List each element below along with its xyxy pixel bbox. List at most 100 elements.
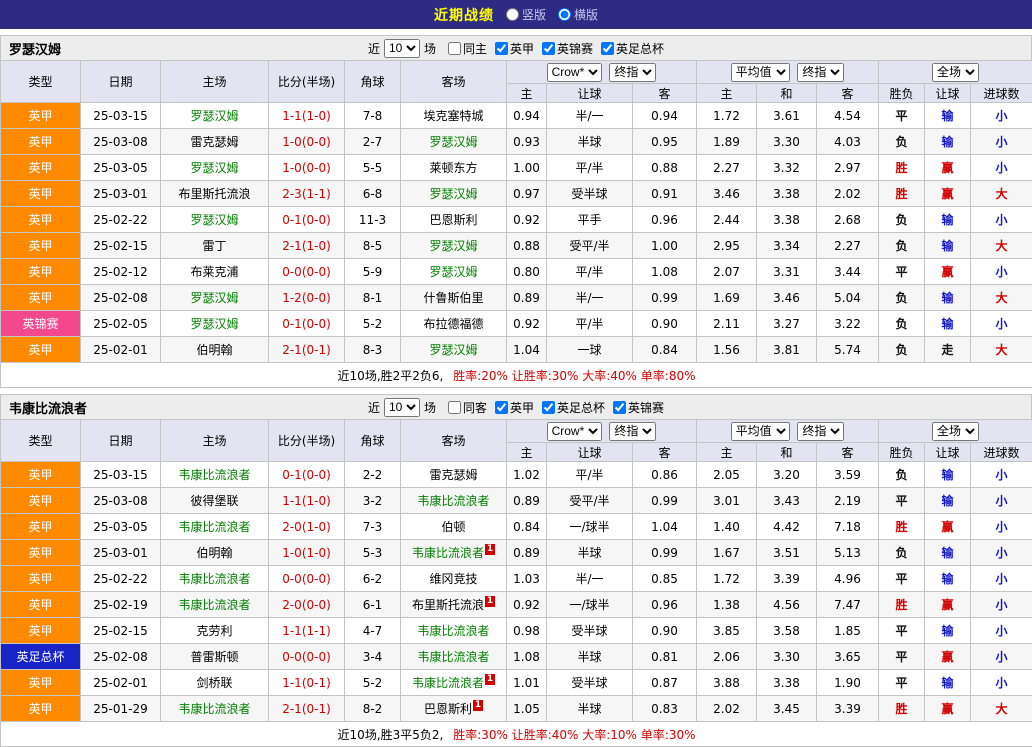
filter-checkbox-input[interactable] (601, 42, 614, 55)
avg-home-cell: 1.72 (697, 103, 757, 129)
handicap-cell: 半/一 (547, 566, 633, 592)
filter-checkbox-input[interactable] (613, 401, 626, 414)
filter-checkbox-label: 英足总杯 (557, 399, 605, 416)
filter-checkbox-input[interactable] (542, 401, 555, 414)
result-wdl-cell: 负 (879, 311, 925, 337)
avg-away-cell: 7.18 (817, 514, 879, 540)
avg-home-cell: 1.72 (697, 566, 757, 592)
team-link: 罗瑟汉姆 (190, 109, 238, 123)
handicap-cell: 受半球 (547, 181, 633, 207)
average-time-select[interactable]: 终指 (797, 422, 844, 441)
avg-draw-cell: 3.30 (757, 644, 817, 670)
avg-home-cell: 2.05 (697, 462, 757, 488)
team-link: 罗瑟汉姆 (429, 239, 477, 253)
filter-checkbox-input[interactable] (448, 42, 461, 55)
handicap-time-select[interactable]: 终指 (609, 63, 656, 82)
vertical-layout-radio[interactable]: 竖版 (506, 6, 546, 23)
team-link: 巴恩斯利 (424, 702, 472, 716)
red-card-badge: 1 (485, 674, 495, 685)
team-link: 韦康比流浪者 (412, 546, 484, 560)
away-team-cell: 罗瑟汉姆 (401, 233, 507, 259)
team-link: 罗瑟汉姆 (429, 343, 477, 357)
filter-checkbox[interactable]: 同客 (448, 399, 487, 416)
filter-checkbox-input[interactable] (542, 42, 555, 55)
team-link: 雷克瑟姆 (190, 135, 238, 149)
away-odds-cell: 0.84 (633, 337, 697, 363)
col-date: 日期 (81, 61, 161, 103)
bookmaker-select[interactable]: Crow* (547, 63, 602, 82)
home-odds-cell: 0.94 (507, 103, 547, 129)
avg-draw-cell: 3.58 (757, 618, 817, 644)
filter-checkbox[interactable]: 英锦赛 (542, 40, 593, 57)
avg-draw-cell: 3.27 (757, 311, 817, 337)
average-select[interactable]: 平均值 (731, 422, 790, 441)
team-link: 韦康比流浪者 (178, 702, 250, 716)
corners-cell: 3-2 (345, 488, 401, 514)
filter-checkbox[interactable]: 英甲 (495, 40, 534, 57)
match-row: 英足总杯25-02-08普雷斯顿0-0(0-0)3-4韦康比流浪者1.08半球0… (1, 644, 1032, 670)
team-link: 罗瑟汉姆 (429, 265, 477, 279)
filter-checkbox-input[interactable] (495, 42, 508, 55)
horizontal-layout-radio[interactable]: 横版 (558, 6, 598, 23)
match-date: 25-02-01 (81, 337, 161, 363)
match-row: 英甲25-03-01布里斯托流浪2-3(1-1)6-8罗瑟汉姆0.97受半球0.… (1, 181, 1032, 207)
games-label: 场 (424, 40, 436, 57)
away-odds-cell: 0.88 (633, 155, 697, 181)
home-odds-cell: 0.84 (507, 514, 547, 540)
league-badge: 英甲 (1, 488, 81, 514)
result-wdl-cell: 平 (879, 644, 925, 670)
summary-record: 近10场,胜2平2负6, (338, 369, 444, 383)
avg-home-cell: 2.11 (697, 311, 757, 337)
avg-home-cell: 2.07 (697, 259, 757, 285)
sub-col-away-odds: 客 (633, 443, 697, 462)
result-wdl-cell: 负 (879, 540, 925, 566)
avg-away-cell: 2.02 (817, 181, 879, 207)
handicap-time-select[interactable]: 终指 (609, 422, 656, 441)
match-count-select[interactable]: 10 (384, 398, 420, 417)
home-odds-cell: 0.89 (507, 488, 547, 514)
filter-checkbox-input[interactable] (495, 401, 508, 414)
league-badge: 英甲 (1, 207, 81, 233)
score-cell: 2-0(0-0) (269, 592, 345, 618)
home-team-cell: 罗瑟汉姆 (161, 103, 269, 129)
average-select[interactable]: 平均值 (731, 63, 790, 82)
away-odds-cell: 0.91 (633, 181, 697, 207)
handicap-cell: 半/一 (547, 285, 633, 311)
away-odds-cell: 0.96 (633, 207, 697, 233)
filter-checkbox[interactable]: 英甲 (495, 399, 534, 416)
fulltime-select[interactable]: 全场 (932, 422, 979, 441)
filter-checkbox-label: 英甲 (510, 399, 534, 416)
match-date: 25-02-15 (81, 233, 161, 259)
home-odds-cell: 1.05 (507, 696, 547, 722)
match-count-select[interactable]: 10 (384, 39, 420, 58)
avg-home-cell: 3.01 (697, 488, 757, 514)
away-team-cell: 布拉德福德 (401, 311, 507, 337)
home-odds-cell: 0.93 (507, 129, 547, 155)
horizontal-radio-input[interactable] (558, 8, 571, 21)
filter-checkbox[interactable]: 英锦赛 (613, 399, 664, 416)
average-time-select[interactable]: 终指 (797, 63, 844, 82)
match-row: 英甲25-02-19韦康比流浪者2-0(0-0)6-1布里斯托流浪10.92一/… (1, 592, 1032, 618)
bookmaker-select[interactable]: Crow* (547, 422, 602, 441)
result-handicap-cell: 赢 (925, 155, 971, 181)
avg-home-cell: 2.06 (697, 644, 757, 670)
result-group: 全场 (879, 61, 1032, 84)
corners-cell: 5-3 (345, 540, 401, 566)
home-odds-cell: 0.92 (507, 592, 547, 618)
avg-draw-cell: 3.38 (757, 670, 817, 696)
filter-checkbox[interactable]: 英足总杯 (542, 399, 605, 416)
vertical-radio-input[interactable] (506, 8, 519, 21)
corners-cell: 6-8 (345, 181, 401, 207)
fulltime-select[interactable]: 全场 (932, 63, 979, 82)
filter-checkbox-input[interactable] (448, 401, 461, 414)
filter-checkbox[interactable]: 同主 (448, 40, 487, 57)
sub-col-avg-home: 主 (697, 84, 757, 103)
team-link: 罗瑟汉姆 (190, 213, 238, 227)
filter-checkbox[interactable]: 英足总杯 (601, 40, 664, 57)
match-row: 英甲25-03-08雷克瑟姆1-0(0-0)2-7罗瑟汉姆0.93半球0.951… (1, 129, 1032, 155)
result-wdl-cell: 负 (879, 233, 925, 259)
result-goals-cell: 小 (971, 259, 1032, 285)
home-odds-cell: 1.08 (507, 644, 547, 670)
team-link: 彼得堡联 (190, 494, 238, 508)
summary-row: 近10场,胜2平2负6, 胜率:20% 让胜率:30% 大率:40% 单率:80… (1, 363, 1032, 388)
